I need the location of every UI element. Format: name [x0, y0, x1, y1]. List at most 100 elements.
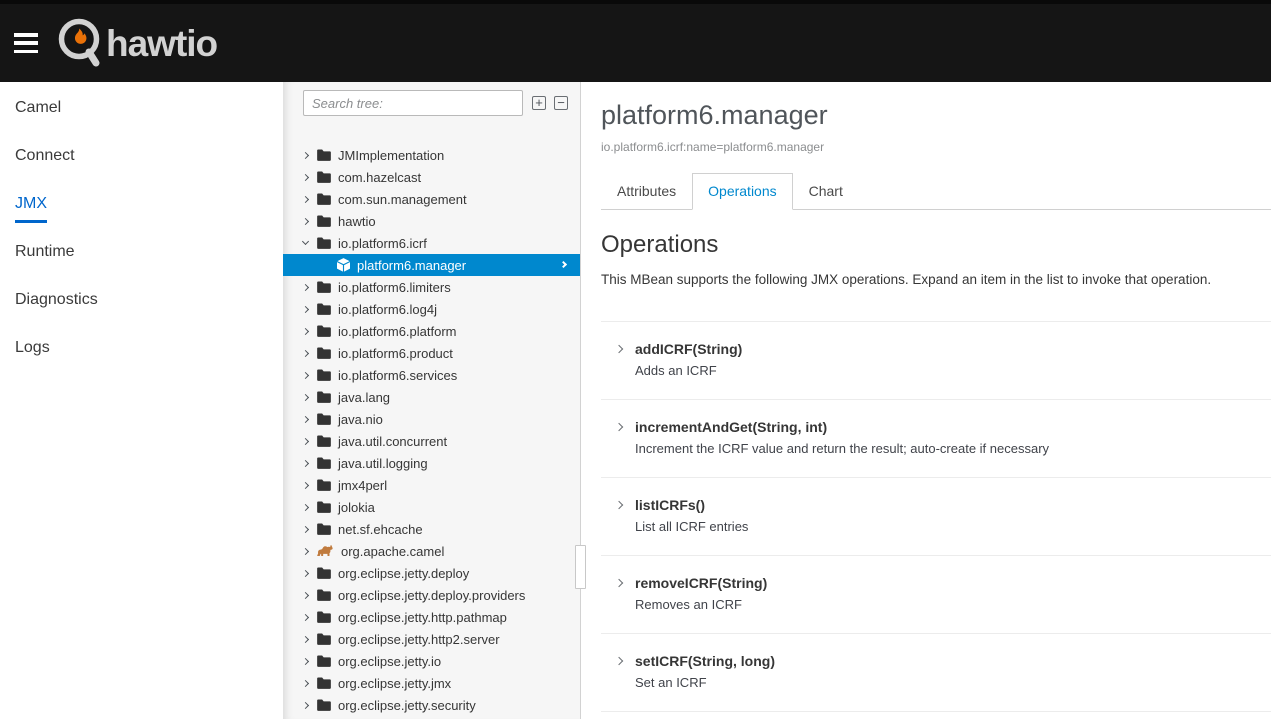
- splitter-handle[interactable]: [575, 545, 586, 589]
- sidebar-item-runtime[interactable]: Runtime: [0, 228, 283, 276]
- chevron-right-icon: [615, 501, 623, 509]
- tree-node[interactable]: org.eclipse.jetty.security: [283, 694, 580, 716]
- tree-node-label: java.nio: [338, 412, 383, 427]
- chevron-right-icon[interactable]: [302, 437, 309, 444]
- tree-node[interactable]: org.eclipse.jetty.jmx: [283, 672, 580, 694]
- tree-node[interactable]: org.eclipse.jetty.deploy: [283, 562, 580, 584]
- chevron-right-icon: [615, 423, 623, 431]
- tree-node-label: org.apache.camel: [341, 544, 444, 559]
- tree-node[interactable]: org.eclipse.jetty.io: [283, 650, 580, 672]
- mbean-cube-icon: [337, 258, 350, 272]
- chevron-right-icon[interactable]: [302, 305, 309, 312]
- sidebar-item-logs[interactable]: Logs: [0, 324, 283, 372]
- tree-node[interactable]: io.platform6.limiters: [283, 276, 580, 298]
- tab-attributes[interactable]: Attributes: [601, 173, 692, 210]
- folder-icon: [317, 457, 331, 469]
- tree-node[interactable]: JMImplementation: [283, 144, 580, 166]
- operation-signature: listICRFs(): [635, 497, 748, 513]
- sidebar-nav: Camel Connect JMX RuntimeDiagnosticsLogs: [0, 82, 283, 719]
- operation-description: Set an ICRF: [635, 675, 775, 690]
- tree-node[interactable]: java.nio: [283, 408, 580, 430]
- folder-icon: [317, 325, 331, 337]
- tree-node[interactable]: com.sun.management: [283, 188, 580, 210]
- chevron-right-icon[interactable]: [302, 349, 309, 356]
- tree-node[interactable]: org.eclipse.jetty.deploy.providers: [283, 584, 580, 606]
- chevron-right-icon[interactable]: [302, 701, 309, 708]
- tab-operations[interactable]: Operations: [692, 173, 792, 210]
- jmx-tree-panel: + − JMImplementationcom.hazelcastcom.sun…: [283, 82, 581, 719]
- tree-node[interactable]: hawtio: [283, 210, 580, 232]
- mbean-tree: JMImplementationcom.hazelcastcom.sun.man…: [283, 144, 580, 716]
- chevron-right-icon[interactable]: [302, 525, 309, 532]
- folder-icon: [317, 655, 331, 667]
- tree-node-label: org.eclipse.jetty.http.pathmap: [338, 610, 507, 625]
- tree-node[interactable]: platform6.manager: [283, 254, 580, 276]
- tree-node-label: io.platform6.product: [338, 346, 453, 361]
- chevron-right-icon[interactable]: [302, 547, 309, 554]
- tree-node-label: io.platform6.icrf: [338, 236, 427, 251]
- tree-node[interactable]: java.lang: [283, 386, 580, 408]
- chevron-right-icon[interactable]: [302, 635, 309, 642]
- tree-node[interactable]: io.platform6.icrf: [283, 232, 580, 254]
- chevron-down-icon[interactable]: [302, 238, 309, 245]
- operation-item[interactable]: removeICRF(String)Removes an ICRF: [601, 556, 1271, 634]
- chevron-right-icon[interactable]: [302, 327, 309, 334]
- tab-chart[interactable]: Chart: [793, 173, 859, 210]
- folder-icon: [317, 149, 331, 161]
- chevron-right-icon[interactable]: [302, 173, 309, 180]
- chevron-right-icon[interactable]: [302, 459, 309, 466]
- tree-node[interactable]: org.eclipse.jetty.http.pathmap: [283, 606, 580, 628]
- sidebar-item-jmx[interactable]: JMX: [0, 180, 283, 228]
- chevron-right-icon: [560, 261, 567, 268]
- sidebar-item-label: Connect: [15, 147, 75, 165]
- chevron-right-icon[interactable]: [302, 151, 309, 158]
- tree-node[interactable]: java.util.logging: [283, 452, 580, 474]
- collapse-all-icon[interactable]: −: [554, 96, 568, 110]
- operation-item[interactable]: addICRF(String)Adds an ICRF: [601, 322, 1271, 400]
- tree-node-label: jmx4perl: [338, 478, 387, 493]
- tree-node[interactable]: io.platform6.platform: [283, 320, 580, 342]
- masthead: hawtio: [0, 0, 1271, 82]
- menu-toggle-button[interactable]: [14, 33, 38, 53]
- sidebar-item-diagnostics[interactable]: Diagnostics: [0, 276, 283, 324]
- tree-node[interactable]: jolokia: [283, 496, 580, 518]
- chevron-right-icon[interactable]: [302, 195, 309, 202]
- tree-node[interactable]: jmx4perl: [283, 474, 580, 496]
- chevron-right-icon[interactable]: [302, 481, 309, 488]
- chevron-right-icon[interactable]: [302, 591, 309, 598]
- operation-item[interactable]: setICRF(String, long)Set an ICRF: [601, 634, 1271, 712]
- chevron-right-icon[interactable]: [302, 613, 309, 620]
- tree-node[interactable]: org.apache.camel: [283, 540, 580, 562]
- tree-node[interactable]: io.platform6.product: [283, 342, 580, 364]
- chevron-right-icon[interactable]: [302, 569, 309, 576]
- tree-node-label: io.platform6.services: [338, 368, 457, 383]
- sidebar-item-label: Camel: [15, 99, 61, 117]
- tree-node[interactable]: io.platform6.log4j: [283, 298, 580, 320]
- sidebar-item-connect[interactable]: Connect: [0, 132, 283, 180]
- tree-node[interactable]: java.util.concurrent: [283, 430, 580, 452]
- chevron-right-icon[interactable]: [302, 657, 309, 664]
- expand-all-icon[interactable]: +: [532, 96, 546, 110]
- sidebar-item-label: JMX: [15, 195, 47, 223]
- operation-signature: addICRF(String): [635, 341, 742, 357]
- tree-search-input[interactable]: [303, 90, 523, 116]
- tree-node[interactable]: net.sf.ehcache: [283, 518, 580, 540]
- folder-icon: [317, 237, 331, 249]
- chevron-right-icon[interactable]: [302, 393, 309, 400]
- chevron-right-icon[interactable]: [302, 415, 309, 422]
- chevron-right-icon[interactable]: [302, 283, 309, 290]
- chevron-right-icon[interactable]: [302, 217, 309, 224]
- folder-icon: [317, 281, 331, 293]
- operation-item[interactable]: incrementAndGet(String, int)Increment th…: [601, 400, 1271, 478]
- chevron-right-icon[interactable]: [302, 679, 309, 686]
- sidebar-item-camel[interactable]: Camel: [0, 84, 283, 132]
- folder-icon: [317, 523, 331, 535]
- tree-node[interactable]: io.platform6.services: [283, 364, 580, 386]
- chevron-right-icon[interactable]: [302, 371, 309, 378]
- operation-item[interactable]: listICRFs()List all ICRF entries: [601, 478, 1271, 556]
- tree-node[interactable]: com.hazelcast: [283, 166, 580, 188]
- operation-description: Increment the ICRF value and return the …: [635, 441, 1049, 456]
- tree-node-label: org.eclipse.jetty.io: [338, 654, 441, 669]
- chevron-right-icon[interactable]: [302, 503, 309, 510]
- tree-node[interactable]: org.eclipse.jetty.http2.server: [283, 628, 580, 650]
